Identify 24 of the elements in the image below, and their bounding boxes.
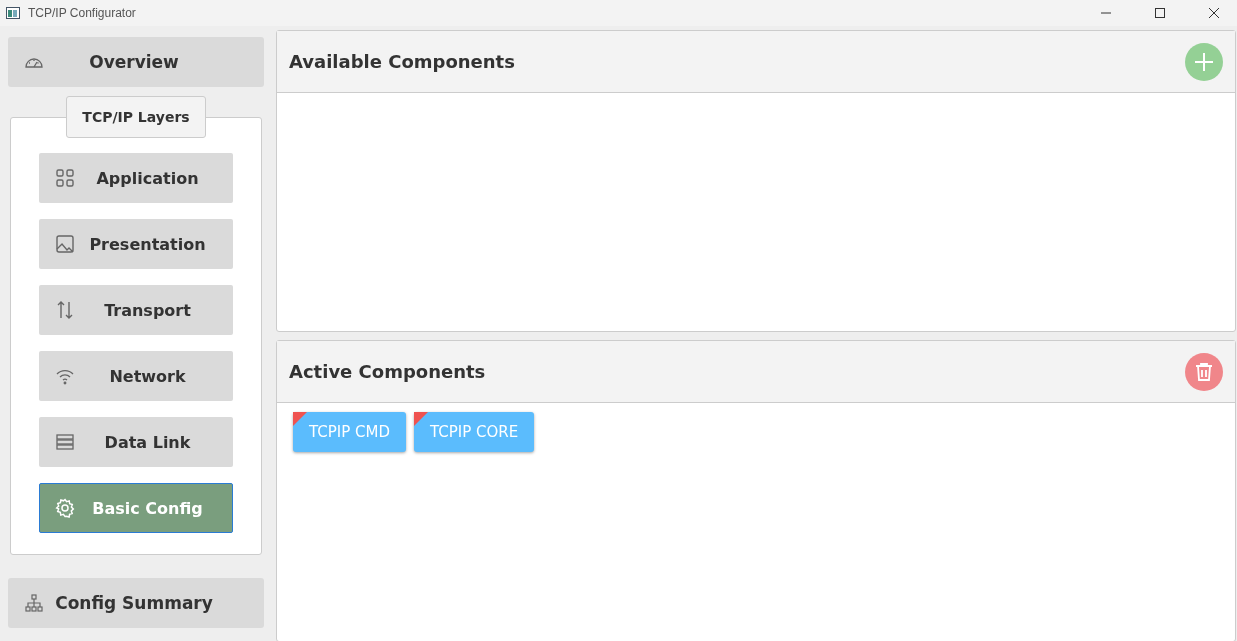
config-summary-button[interactable]: Config Summary xyxy=(8,578,264,628)
layer-button[interactable]: Data Link xyxy=(39,417,233,467)
window-title: TCP/IP Configurator xyxy=(28,6,137,20)
delete-button[interactable] xyxy=(1185,352,1223,391)
layer-button[interactable]: Network xyxy=(39,351,233,401)
app-icon xyxy=(6,7,20,19)
panel-title: Available Components xyxy=(289,51,516,72)
settings-icon xyxy=(55,498,75,518)
layer-button[interactable]: Application xyxy=(39,153,233,203)
close-icon xyxy=(1208,7,1220,19)
maximize-icon xyxy=(1154,7,1166,19)
hierarchy-icon xyxy=(24,593,44,613)
image-icon xyxy=(55,234,75,254)
overview-button[interactable]: Overview xyxy=(8,37,264,87)
layer-button[interactable]: Transport xyxy=(39,285,233,335)
layer-button[interactable]: Presentation xyxy=(39,219,233,269)
grid-icon xyxy=(55,168,75,188)
arrows-icon xyxy=(55,300,75,320)
layers-title: TCP/IP Layers xyxy=(66,96,206,138)
panel-title: Active Components xyxy=(289,361,487,382)
server-icon xyxy=(55,432,75,452)
plus-icon xyxy=(1193,50,1215,73)
trash-icon xyxy=(1195,361,1213,382)
add-button[interactable] xyxy=(1185,42,1223,81)
